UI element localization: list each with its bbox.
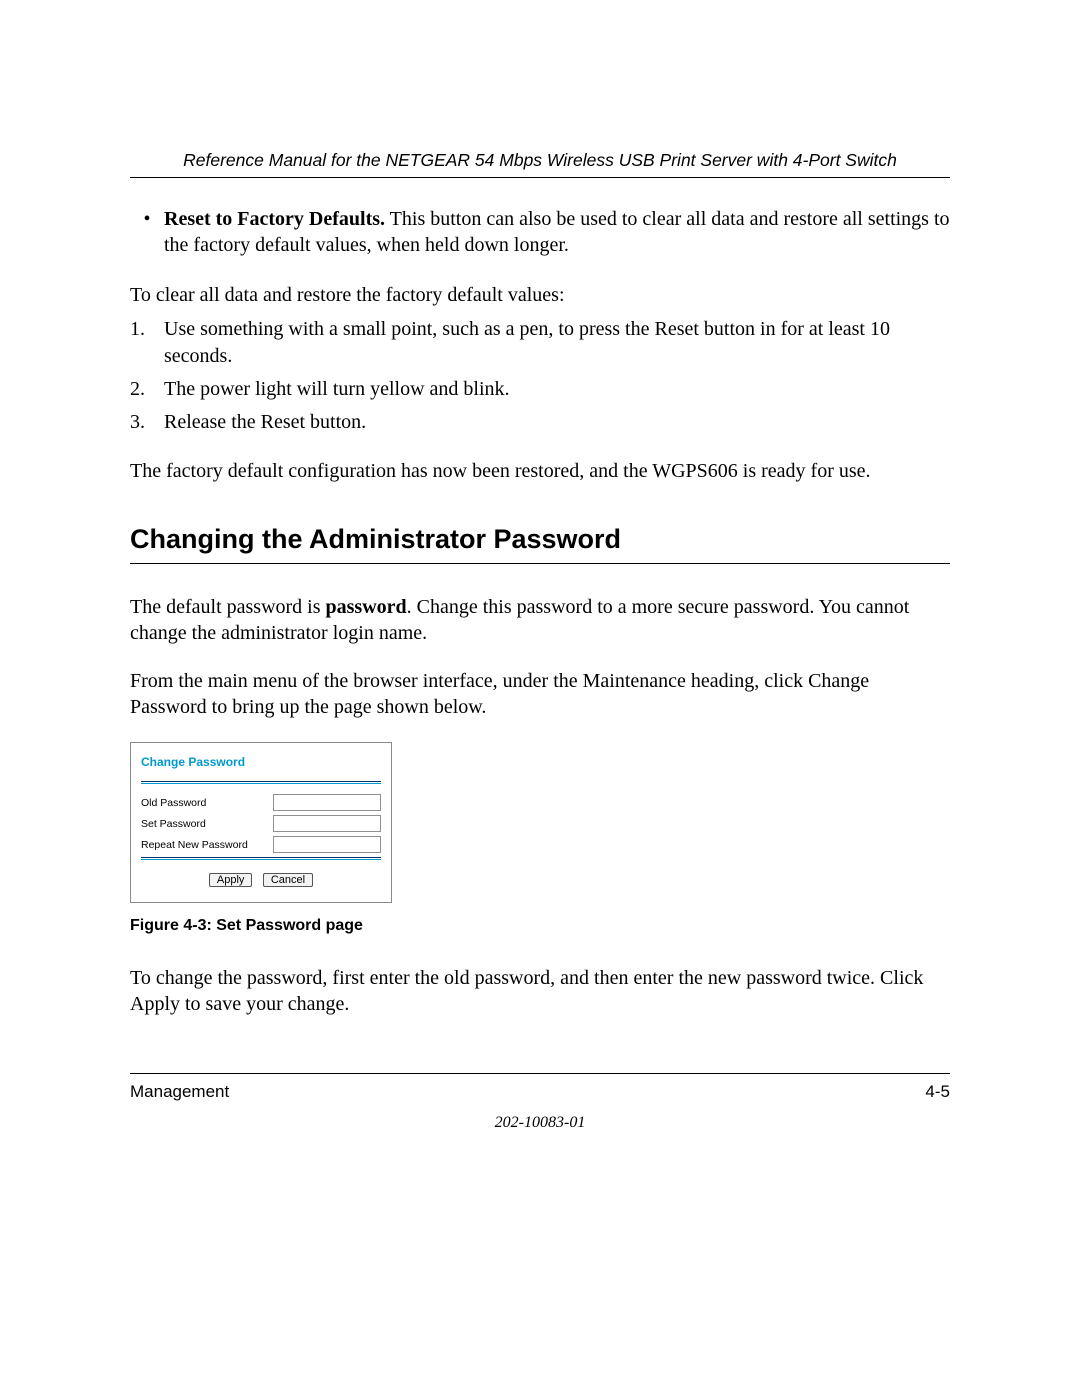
- cp-rule: [141, 781, 381, 782]
- bullet-text: Reset to Factory Defaults. This button c…: [164, 206, 950, 258]
- old-password-input[interactable]: [273, 794, 381, 811]
- cp-row-repeat: Repeat New Password: [141, 836, 381, 853]
- list-number: 3.: [130, 409, 164, 436]
- list-number: 1.: [130, 316, 164, 370]
- footer-rule: [130, 1073, 950, 1074]
- paragraph: From the main menu of the browser interf…: [130, 668, 950, 720]
- header-rule: [130, 177, 950, 178]
- bullet-item: • Reset to Factory Defaults. This button…: [130, 206, 950, 258]
- section-heading: Changing the Administrator Password: [130, 524, 950, 555]
- cp-button-row: Apply Cancel: [141, 870, 381, 888]
- change-password-box: Change Password Old Password Set Passwor…: [130, 742, 392, 903]
- change-password-title: Change Password: [141, 755, 381, 769]
- section-rule: [130, 563, 950, 564]
- footer-right: 4-5: [925, 1082, 950, 1102]
- cp-rule: [141, 859, 381, 860]
- page-footer: Management 4-5 202-10083-01: [130, 1073, 950, 1132]
- para-bold: password: [326, 596, 407, 618]
- cp-rule: [141, 783, 381, 784]
- old-password-label: Old Password: [141, 797, 206, 809]
- cp-row-set: Set Password: [141, 815, 381, 832]
- figure-caption: Figure 4-3: Set Password page: [130, 917, 950, 935]
- set-password-input[interactable]: [273, 815, 381, 832]
- repeat-password-input[interactable]: [273, 836, 381, 853]
- repeat-password-label: Repeat New Password: [141, 839, 248, 851]
- list-item: 2. The power light will turn yellow and …: [130, 376, 950, 403]
- intro-text: To clear all data and restore the factor…: [130, 282, 950, 308]
- set-password-label: Set Password: [141, 818, 206, 830]
- apply-button[interactable]: Apply: [209, 873, 253, 887]
- list-text: Use something with a small point, such a…: [164, 316, 950, 370]
- footer-docnum: 202-10083-01: [130, 1114, 950, 1132]
- para-pre: The default password is: [130, 596, 326, 618]
- list-number: 2.: [130, 376, 164, 403]
- list-text: Release the Reset button.: [164, 409, 366, 436]
- paragraph: The default password is password. Change…: [130, 594, 950, 646]
- paragraph: To change the password, first enter the …: [130, 965, 950, 1017]
- footer-left: Management: [130, 1082, 229, 1102]
- list-item: 3. Release the Reset button.: [130, 409, 950, 436]
- list-item: 1. Use something with a small point, suc…: [130, 316, 950, 370]
- bullet-dot: •: [130, 206, 164, 258]
- cp-row-old: Old Password: [141, 794, 381, 811]
- cancel-button[interactable]: Cancel: [263, 873, 313, 887]
- steps-list: 1. Use something with a small point, suc…: [130, 316, 950, 436]
- closing-text: The factory default configuration has no…: [130, 458, 950, 484]
- bullet-bold: Reset to Factory Defaults.: [164, 208, 385, 230]
- cp-rule: [141, 857, 381, 858]
- header-title: Reference Manual for the NETGEAR 54 Mbps…: [130, 150, 950, 171]
- list-text: The power light will turn yellow and bli…: [164, 376, 510, 403]
